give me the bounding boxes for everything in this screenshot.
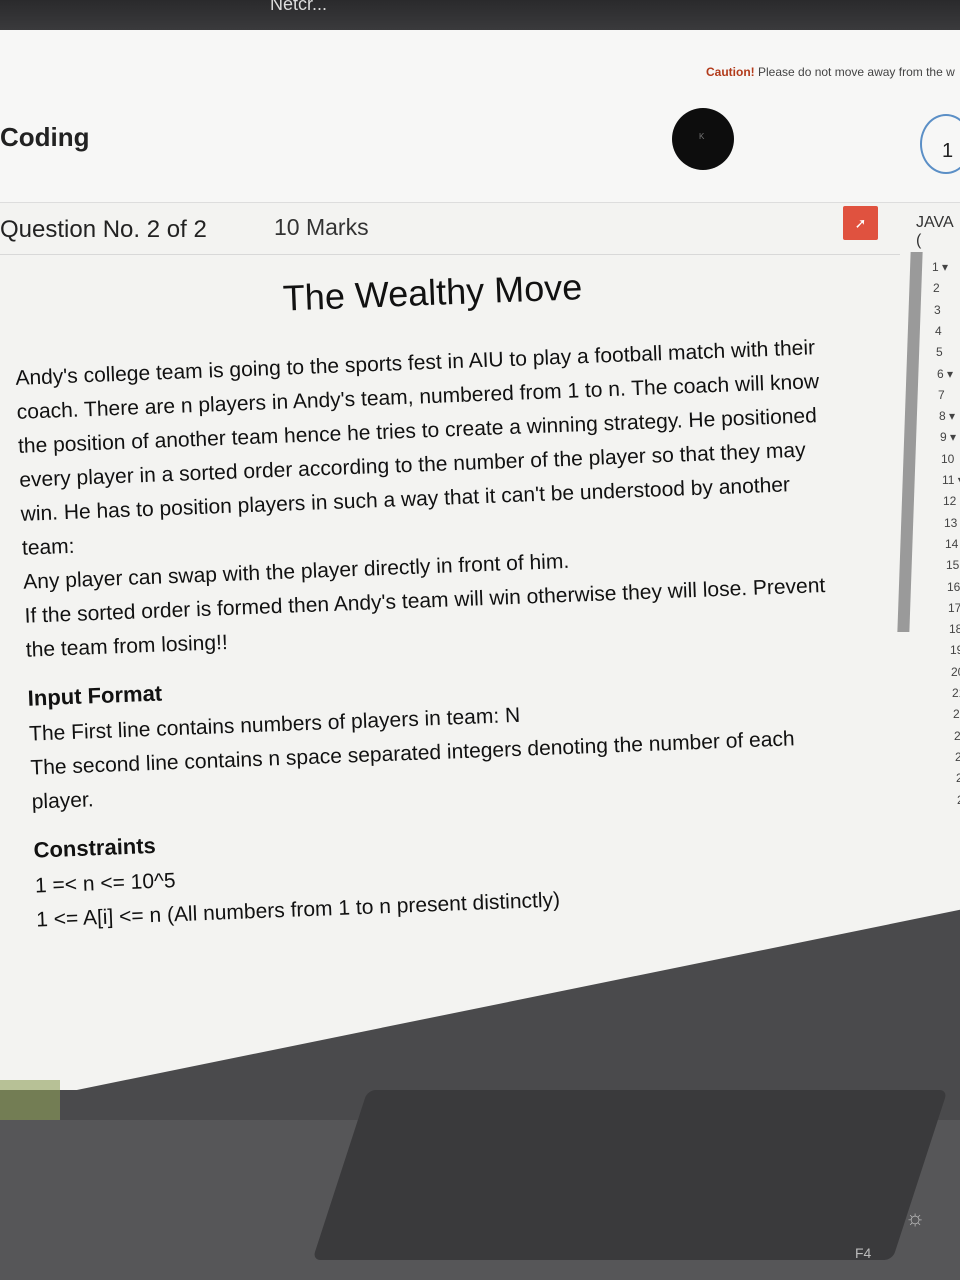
line-number: 22 — [953, 707, 960, 722]
line-number: 2 — [933, 281, 940, 296]
browser-tab-title[interactable]: Netcr... — [270, 0, 327, 15]
line-number: 20 — [951, 664, 960, 679]
editor-line-numbers: 1 ▾23456 ▾78 ▾9 ▾1011 ▾12131415161718192… — [918, 252, 960, 812]
line-number: 9 ▾ — [940, 430, 957, 445]
question-counter-badge[interactable]: 1 — [920, 114, 960, 174]
question-counter-value: 1 — [942, 140, 954, 162]
app-brand-title: Coding — [0, 122, 90, 152]
line-number: 13 — [944, 515, 958, 530]
line-number: 7 — [938, 387, 945, 402]
line-number: 4 — [935, 323, 942, 338]
caution-label: Caution! — [706, 65, 755, 79]
question-number: Question No. 2 of 2 — [0, 216, 207, 243]
line-number: 19 — [950, 643, 960, 658]
question-marks: 10 Marks — [274, 214, 369, 240]
line-number: 8 ▾ — [939, 409, 956, 424]
line-number: 21 — [952, 686, 960, 700]
brightness-icon: ☼ — [905, 1205, 926, 1230]
problem-statement: The Wealthy Move Andy's college team is … — [12, 254, 916, 937]
line-number: 18 — [949, 622, 960, 637]
recording-indicator: K — [672, 108, 734, 170]
recording-label: K — [699, 132, 705, 141]
line-number: 23 — [954, 728, 960, 743]
line-number: 11 ▾ — [942, 473, 960, 487]
line-number: 6 ▾ — [937, 366, 954, 381]
caution-text: Please do not move away from the w — [754, 65, 955, 79]
line-number: 14 — [945, 536, 959, 551]
language-selector[interactable]: JAVA ( — [916, 214, 960, 250]
caution-banner: Caution! Please do not move away from th… — [706, 65, 955, 79]
line-number: 15 — [946, 558, 960, 573]
page-header: Caution! Please do not move away from th… — [0, 30, 960, 203]
line-number: 24 — [955, 749, 960, 764]
line-number: 25 — [956, 771, 960, 786]
line-number: 10 — [941, 451, 955, 466]
line-number: 3 — [934, 302, 941, 317]
line-number: 16 — [947, 579, 960, 594]
screen: Caution! Please do not move away from th… — [0, 30, 960, 1090]
browser-top-bar: Netcr... — [0, 0, 960, 30]
pin-icon[interactable]: ➚ — [843, 206, 878, 240]
line-number: 5 — [936, 345, 943, 360]
line-number: 1 ▾ — [932, 260, 949, 274]
f4-key-label: F4 — [855, 1245, 872, 1261]
problem-title: The Wealthy Move — [282, 266, 583, 319]
line-number: 12 — [943, 494, 957, 509]
line-number: 17 — [948, 600, 960, 615]
problem-description: Andy's college team is going to the spor… — [15, 328, 906, 668]
laptop-hinge — [312, 1090, 948, 1260]
